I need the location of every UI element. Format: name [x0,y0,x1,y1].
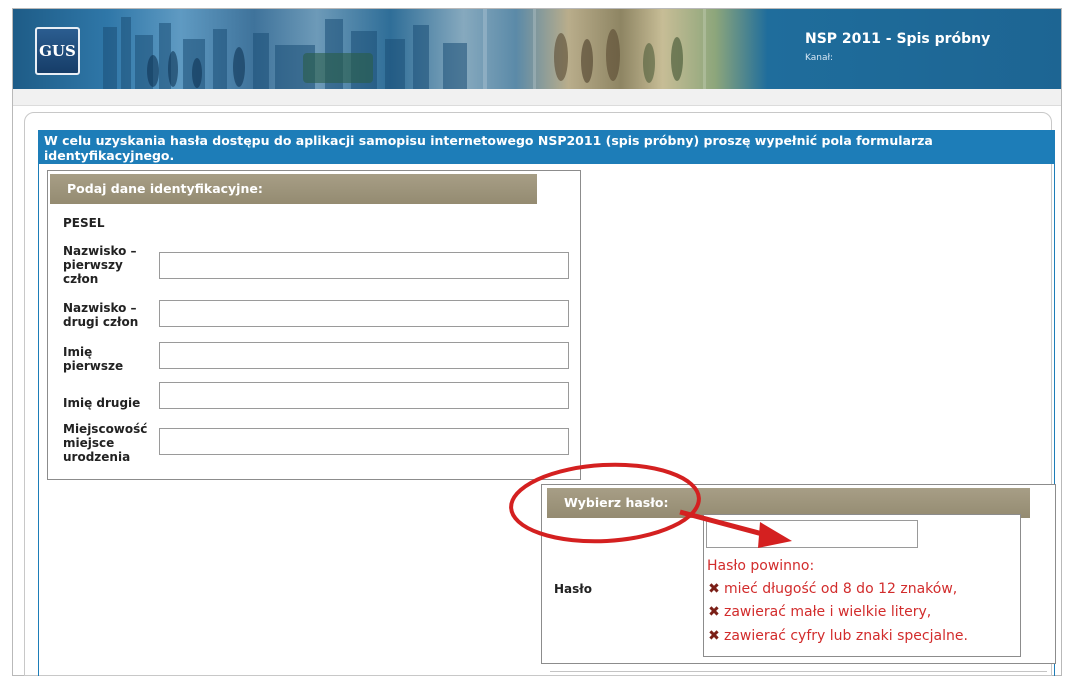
surname-second-label: Nazwisko – drugi człon [63,301,139,329]
password-requirement-text: zawierać małe i wielkie litery, [724,604,932,620]
app-subtitle: Kanał: [805,53,834,63]
cross-icon: ✖ [708,604,720,620]
password-requirement: ✖ mieć długość od 8 do 12 znaków, [707,581,957,597]
header-divider [13,89,1061,106]
info-message: W celu uzyskania hasła dostępu do aplika… [38,130,1055,164]
surname-first-input[interactable] [159,252,569,279]
password-requirements-intro: Hasło powinno: [707,558,815,574]
section-divider [550,671,1047,672]
identification-section-title: Podaj dane identyfikacyjne: [50,174,537,204]
password-label: Hasło [554,582,592,596]
second-name-label: Imię drugie [63,396,141,410]
password-requirement-text: mieć długość od 8 do 12 znaków, [724,581,958,597]
surname-first-label: Nazwisko – pierwszy człon [63,244,137,286]
app-title: NSP 2011 - Spis próbny [805,31,991,47]
second-name-input[interactable] [159,382,569,409]
password-requirement-text: zawierać cyfry lub znaki specjalne. [724,628,968,644]
password-requirement: ✖ zawierać małe i wielkie litery, [707,604,931,620]
cross-icon: ✖ [708,628,720,644]
birthplace-label: Miejscowość miejsce urodzenia [63,422,148,464]
header-banner: GUS NSP 2011 - Spis próbny Kanał: [13,9,1061,89]
first-name-input[interactable] [159,342,569,369]
gus-logo: GUS [35,27,80,75]
pesel-label: PESEL [63,216,105,230]
birthplace-input[interactable] [159,428,569,455]
password-input[interactable] [706,520,918,548]
password-requirement: ✖ zawierać cyfry lub znaki specjalne. [707,628,968,644]
first-name-label: Imię pierwsze [63,345,124,373]
surname-second-input[interactable] [159,300,569,327]
cross-icon: ✖ [708,581,720,597]
banner-photo-collage [103,9,706,89]
